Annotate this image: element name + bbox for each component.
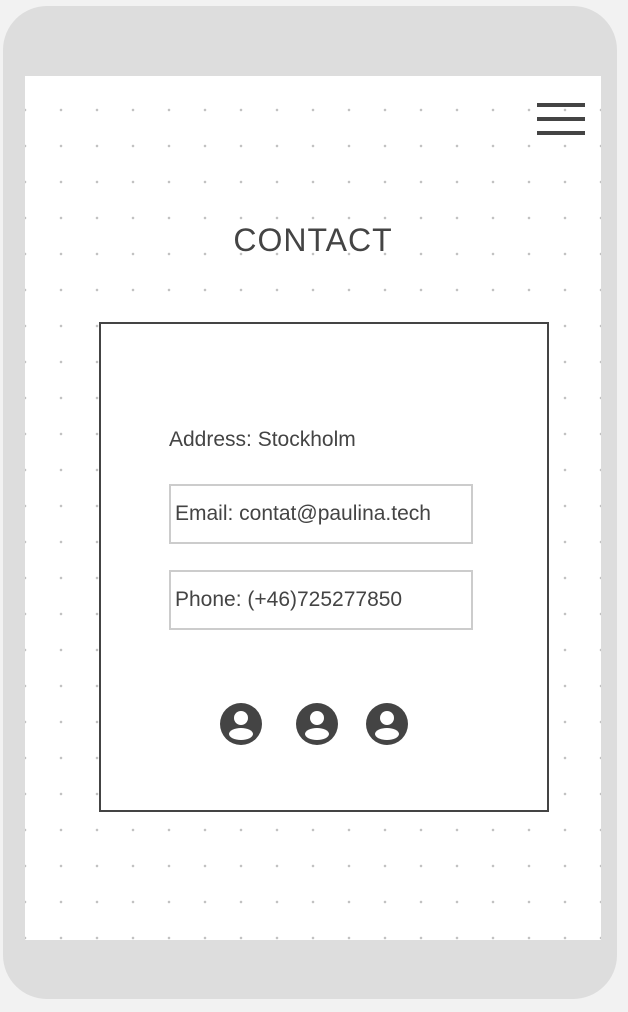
screen: CONTACT Address: Stockholm Email: contat… (25, 76, 601, 940)
account-circle-icon[interactable] (365, 702, 409, 746)
address-text: Address: Stockholm (169, 428, 356, 451)
menu-bar-bottom (537, 131, 585, 135)
email-field[interactable]: Email: contat@paulina.tech (169, 484, 473, 544)
menu-bar-middle (537, 117, 585, 121)
phone-frame: CONTACT Address: Stockholm Email: contat… (3, 6, 617, 999)
account-circle-icon[interactable] (219, 702, 263, 746)
hamburger-menu-icon[interactable] (537, 103, 585, 137)
menu-bar-top (537, 103, 585, 107)
phone-field[interactable]: Phone: (+46)725277850 (169, 570, 473, 630)
account-circle-icon[interactable] (295, 702, 339, 746)
contact-card: Address: Stockholm Email: contat@paulina… (99, 322, 549, 812)
page-title: CONTACT (233, 222, 393, 258)
